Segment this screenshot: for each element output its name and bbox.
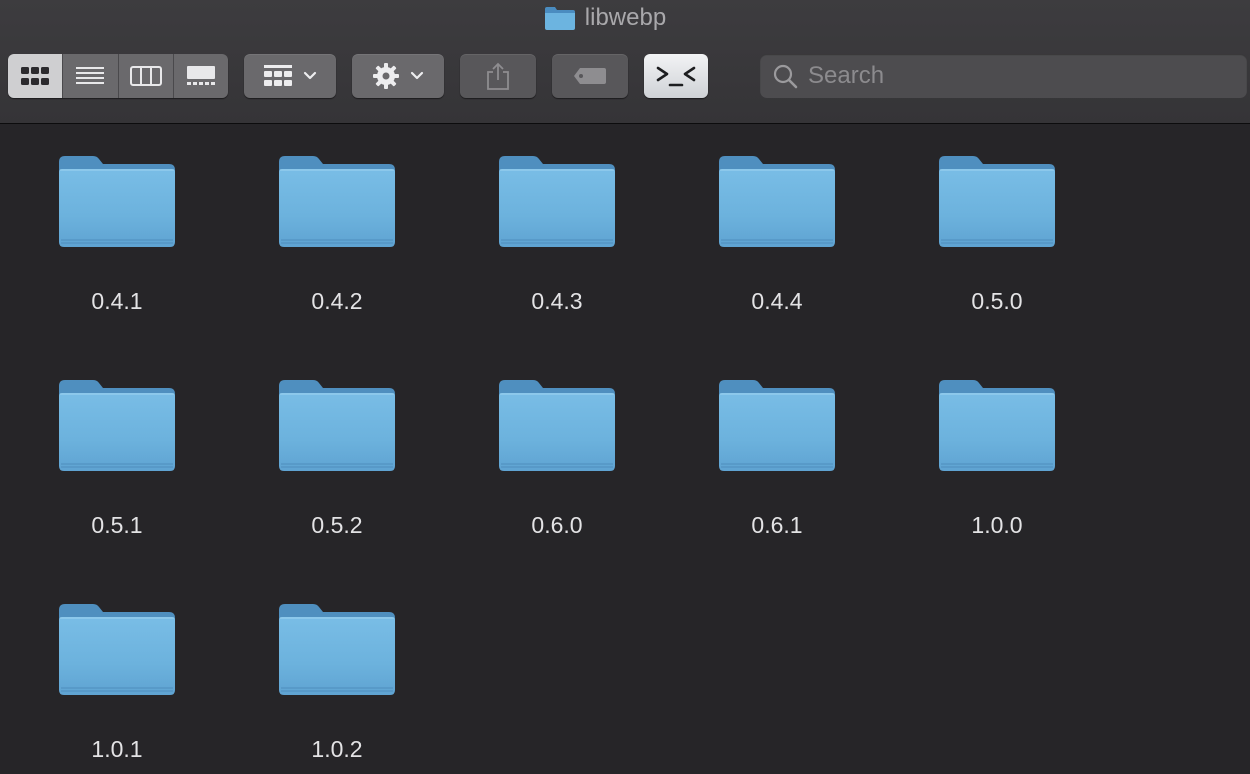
- tags-button[interactable]: [552, 54, 628, 98]
- folder-icon: [939, 380, 1055, 471]
- terminal-button[interactable]: [644, 54, 708, 98]
- column-view-button[interactable]: [117, 54, 173, 98]
- column-view-icon: [129, 66, 162, 86]
- folder-item[interactable]: 0.6.1: [667, 348, 887, 548]
- folder-icon: [719, 380, 835, 471]
- folder-icon: [499, 380, 615, 471]
- gear-icon: [373, 63, 399, 89]
- folder-name: 1.0.2: [311, 736, 363, 762]
- folder-item[interactable]: 0.4.1: [7, 124, 227, 324]
- folder-icon: [279, 604, 395, 695]
- window-title-bar: libwebp: [0, 2, 1250, 34]
- folder-item[interactable]: 0.4.4: [667, 124, 887, 324]
- icon-view-button[interactable]: [8, 54, 63, 98]
- icon-view-icon: [21, 67, 50, 85]
- folder-name: 0.5.0: [971, 288, 1023, 314]
- folder-name: 0.6.0: [531, 512, 583, 538]
- folder-name: 1.0.0: [971, 512, 1023, 538]
- folder-icon: [279, 380, 395, 471]
- folder-item[interactable]: 0.6.0: [447, 348, 667, 548]
- folder-item[interactable]: 1.0.0: [887, 348, 1107, 548]
- search-icon: [773, 64, 798, 89]
- gallery-view-icon: [186, 66, 215, 85]
- folder-item[interactable]: 0.4.3: [447, 124, 667, 324]
- folder-item[interactable]: 0.5.2: [227, 348, 447, 548]
- folder-grid: 0.4.1 0.4.2 0.4.3 0.4.4 0.5.0 0.5.1 0.5.2 0.6.0…: [0, 124, 1250, 774]
- folder-name: 0.4.1: [91, 288, 143, 314]
- folder-icon: [544, 7, 575, 30]
- folder-name: 0.5.2: [311, 512, 363, 538]
- folder-item[interactable]: 0.5.1: [7, 348, 227, 548]
- folder-name: 0.6.1: [751, 512, 803, 538]
- folder-name: 0.5.1: [91, 512, 143, 538]
- window-title: libwebp: [544, 4, 666, 32]
- folder-icon: [719, 156, 835, 247]
- gallery-view-button[interactable]: [172, 54, 228, 98]
- terminal-icon: [656, 66, 696, 87]
- window-title-text: libwebp: [584, 4, 667, 31]
- group-by-button[interactable]: [244, 54, 336, 98]
- finder-window: libwebp Search 0.4.1 0.4.2 0.4.3 0.4.4 0…: [0, 0, 1250, 774]
- list-view-button[interactable]: [62, 54, 118, 98]
- toolbar: libwebp: [0, 0, 1250, 124]
- folder-name: 1.0.1: [91, 736, 143, 762]
- search-input[interactable]: [806, 61, 1230, 91]
- view-mode-control: [8, 54, 228, 98]
- group-by-icon: [264, 65, 292, 86]
- folder-icon: [59, 156, 175, 247]
- folder-icon: [939, 156, 1055, 247]
- list-view-icon: [76, 67, 105, 84]
- folder-name: 0.4.3: [531, 288, 583, 314]
- share-icon: [487, 62, 509, 90]
- chevron-down-icon: [410, 71, 424, 80]
- folder-icon: [279, 156, 395, 247]
- folder-icon: [59, 380, 175, 471]
- tag-icon: [574, 68, 606, 84]
- folder-name: 0.4.4: [751, 288, 803, 314]
- folder-item[interactable]: 1.0.2: [227, 572, 447, 772]
- folder-icon: [59, 604, 175, 695]
- folder-name: 0.4.2: [311, 288, 363, 314]
- search-field[interactable]: [760, 54, 1247, 98]
- chevron-down-icon: [303, 71, 317, 80]
- share-button[interactable]: [460, 54, 536, 98]
- folder-item[interactable]: 0.5.0: [887, 124, 1107, 324]
- action-button[interactable]: [352, 54, 444, 98]
- folder-item[interactable]: 0.4.2: [227, 124, 447, 324]
- folder-icon: [499, 156, 615, 247]
- folder-item[interactable]: 1.0.1: [7, 572, 227, 772]
